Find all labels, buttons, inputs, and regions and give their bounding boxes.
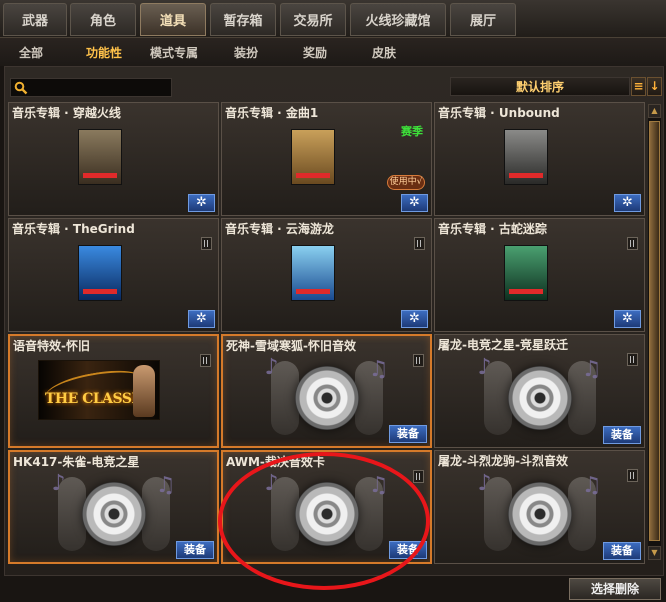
- item-title: 音乐专辑 · 云海游龙: [225, 222, 334, 236]
- sort-order-button[interactable]: ↓: [647, 77, 662, 96]
- item-title: 音乐专辑 · 金曲1: [225, 106, 319, 120]
- item-title: 死神-雪域寒狐-怀旧音效: [226, 339, 356, 353]
- trash-icon[interactable]: [413, 470, 424, 483]
- item-title: 音乐专辑 · TheGrind: [12, 222, 135, 236]
- item-title: 音乐专辑 · 穿越火线: [12, 106, 121, 120]
- item-card[interactable]: 屠龙-电竞之星-竞星跃迁 ♪ ♫ 装备: [434, 334, 645, 448]
- tab-collection[interactable]: 火线珍藏馆: [350, 3, 446, 36]
- item-card[interactable]: 音乐专辑 · 古蛇迷踪 ✲: [434, 218, 645, 332]
- album-cover-art: [504, 129, 578, 187]
- album-cover-art: [291, 245, 365, 303]
- settings-gear-button[interactable]: ✲: [401, 310, 428, 328]
- subtab-costume[interactable]: 装扮: [234, 44, 258, 61]
- item-card[interactable]: AWM-裁决音效卡 ♪ ♫ 装备: [221, 450, 432, 564]
- item-title: AWM-裁决音效卡: [226, 455, 325, 469]
- album-cover-art: [291, 129, 365, 187]
- settings-gear-button[interactable]: ✲: [614, 310, 641, 328]
- equip-button[interactable]: 装备: [176, 541, 214, 559]
- album-cover-art: [504, 245, 578, 303]
- item-card[interactable]: 音乐专辑 · Unbound ✲: [434, 102, 645, 216]
- search-input[interactable]: [31, 80, 167, 95]
- settings-gear-button[interactable]: ✲: [614, 194, 641, 212]
- subtab-rewards[interactable]: 奖励: [303, 44, 327, 61]
- sound-card-disc-art: ♪ ♫: [478, 471, 602, 557]
- item-card[interactable]: HK417-朱雀-电竞之星 ♪ ♫ 装备: [8, 450, 219, 564]
- scroll-down-arrow[interactable]: ▼: [648, 546, 661, 560]
- subtab-functional[interactable]: 功能性: [86, 44, 122, 61]
- equip-button[interactable]: 装备: [389, 541, 427, 559]
- item-title: 音乐专辑 · 古蛇迷踪: [438, 222, 547, 236]
- tab-weapons[interactable]: 武器: [3, 3, 67, 36]
- the-classic-art: THE CLASSIC: [38, 360, 160, 420]
- trash-icon[interactable]: [627, 353, 638, 366]
- sort-menu-button[interactable]: ≡: [631, 77, 646, 96]
- item-card[interactable]: 屠龙-斗烈龙驹-斗烈音效 ♪ ♫ 装备: [434, 450, 645, 564]
- sort-label: 默认排序: [515, 80, 564, 94]
- trash-icon[interactable]: [200, 354, 211, 367]
- item-title: 音乐专辑 · Unbound: [438, 106, 560, 120]
- album-cover-art: [78, 245, 152, 303]
- bulk-delete-button[interactable]: 选择删除: [569, 578, 661, 600]
- search-box[interactable]: [10, 78, 172, 97]
- trash-icon[interactable]: [414, 237, 425, 250]
- sound-card-disc-art: ♪ ♫: [265, 355, 389, 441]
- sound-card-disc-art: ♪ ♫: [478, 355, 602, 441]
- item-grid: 音乐专辑 · 穿越火线 ✲ 音乐专辑 · 金曲1 赛季 使用中√ ✲ 音乐专辑 …: [8, 102, 645, 564]
- item-title: 屠龙-斗烈龙驹-斗烈音效: [438, 454, 568, 468]
- subtab-mode-exclusive[interactable]: 模式专属: [150, 44, 198, 61]
- sound-card-disc-art: ♪ ♫: [265, 471, 389, 557]
- item-title: HK417-朱雀-电竞之星: [13, 455, 140, 469]
- equip-button[interactable]: 装备: [603, 426, 641, 444]
- trash-icon[interactable]: [627, 469, 638, 482]
- settings-gear-button[interactable]: ✲: [188, 310, 215, 328]
- trash-icon[interactable]: [413, 354, 424, 367]
- tab-characters[interactable]: 角色: [70, 3, 136, 36]
- in-use-badge: 使用中√: [387, 175, 425, 190]
- item-card[interactable]: 音乐专辑 · TheGrind ✲: [8, 218, 219, 332]
- subtab-skins[interactable]: 皮肤: [372, 44, 396, 61]
- tab-storage[interactable]: 暂存箱: [210, 3, 276, 36]
- item-title: 屠龙-电竞之星-竞星跃迁: [438, 338, 568, 352]
- sound-card-disc-art: ♪ ♫: [52, 471, 176, 557]
- tab-items[interactable]: 道具: [140, 3, 206, 36]
- item-card[interactable]: 音乐专辑 · 金曲1 赛季 使用中√ ✲: [221, 102, 432, 216]
- equip-button[interactable]: 装备: [603, 542, 641, 560]
- settings-gear-button[interactable]: ✲: [401, 194, 428, 212]
- search-icon: [14, 81, 28, 95]
- item-card[interactable]: 音乐专辑 · 云海游龙 ✲: [221, 218, 432, 332]
- settings-gear-button[interactable]: ✲: [188, 194, 215, 212]
- item-card[interactable]: 死神-雪域寒狐-怀旧音效 ♪ ♫ 装备: [221, 334, 432, 448]
- item-card[interactable]: 语音特效-怀旧 THE CLASSIC: [8, 334, 219, 448]
- scroll-up-arrow[interactable]: ▲: [648, 104, 661, 118]
- season-badge: 赛季: [401, 125, 423, 138]
- tab-exchange[interactable]: 交易所: [280, 3, 346, 36]
- sub-category-bar: 全部 功能性 模式专属 装扮 奖励 皮肤: [0, 38, 666, 66]
- item-card[interactable]: 音乐专辑 · 穿越火线 ✲: [8, 102, 219, 216]
- item-title: 语音特效-怀旧: [13, 339, 90, 353]
- tab-showroom[interactable]: 展厅: [450, 3, 516, 36]
- trash-icon[interactable]: [627, 237, 638, 250]
- sort-dropdown[interactable]: 默认排序: [450, 77, 630, 96]
- album-cover-art: [78, 129, 152, 187]
- scrollbar-thumb[interactable]: [649, 121, 660, 541]
- top-tab-bar: 武器 角色 道具 暂存箱 交易所 火线珍藏馆 展厅: [0, 0, 666, 38]
- equip-button[interactable]: 装备: [389, 425, 427, 443]
- subtab-all[interactable]: 全部: [19, 44, 43, 61]
- trash-icon[interactable]: [201, 237, 212, 250]
